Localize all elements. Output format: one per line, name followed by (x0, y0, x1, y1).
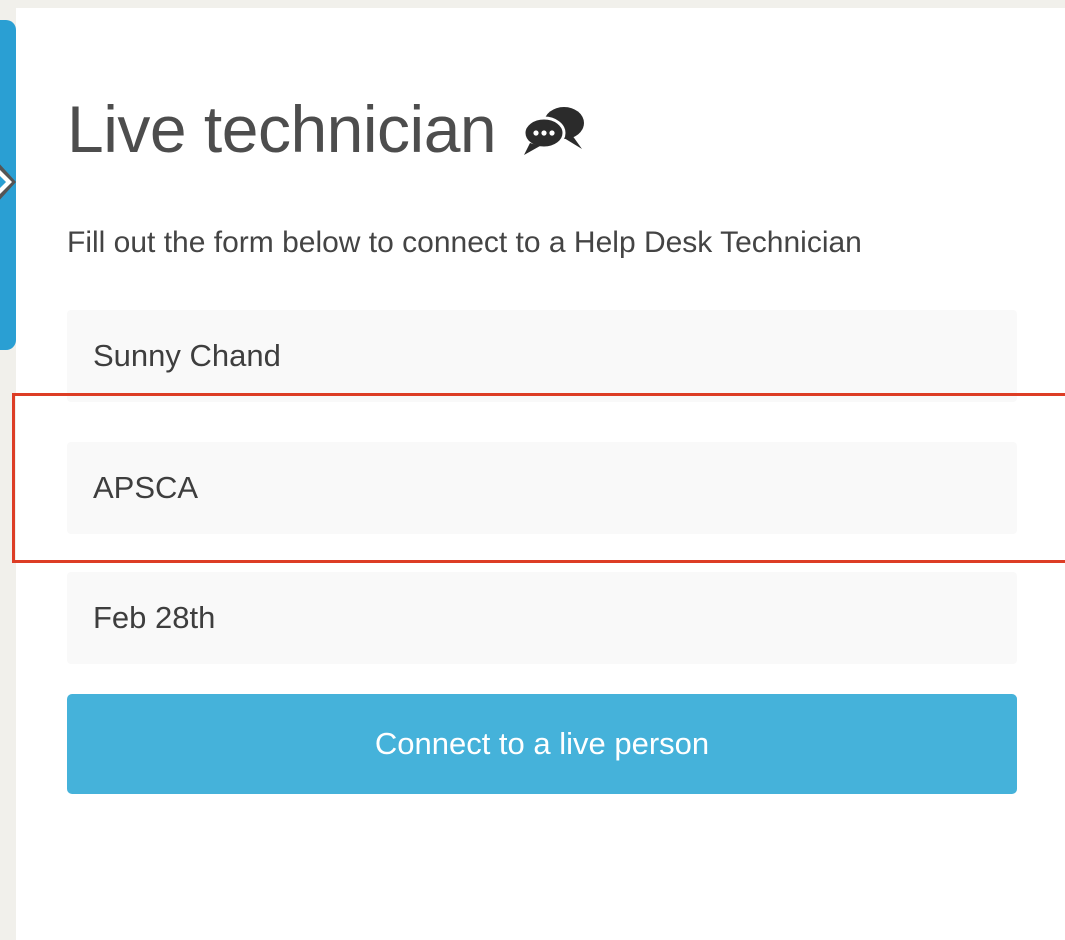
name-input[interactable]: Sunny Chand (67, 310, 1017, 402)
date-input-value: Feb 28th (93, 600, 216, 635)
connect-button[interactable]: Connect to a live person (67, 694, 1017, 794)
organization-input[interactable]: APSCA (67, 442, 1017, 534)
expand-chevron-icon[interactable] (0, 160, 16, 204)
page-title: Live technician (67, 92, 497, 166)
organization-input-value: APSCA (93, 470, 199, 505)
form-description: Fill out the form below to connect to a … (67, 226, 862, 259)
chat-bubbles-icon (522, 107, 585, 155)
name-input-value: Sunny Chand (93, 338, 281, 373)
date-input[interactable]: Feb 28th (67, 572, 1017, 664)
title-row: Live technician (67, 96, 588, 162)
